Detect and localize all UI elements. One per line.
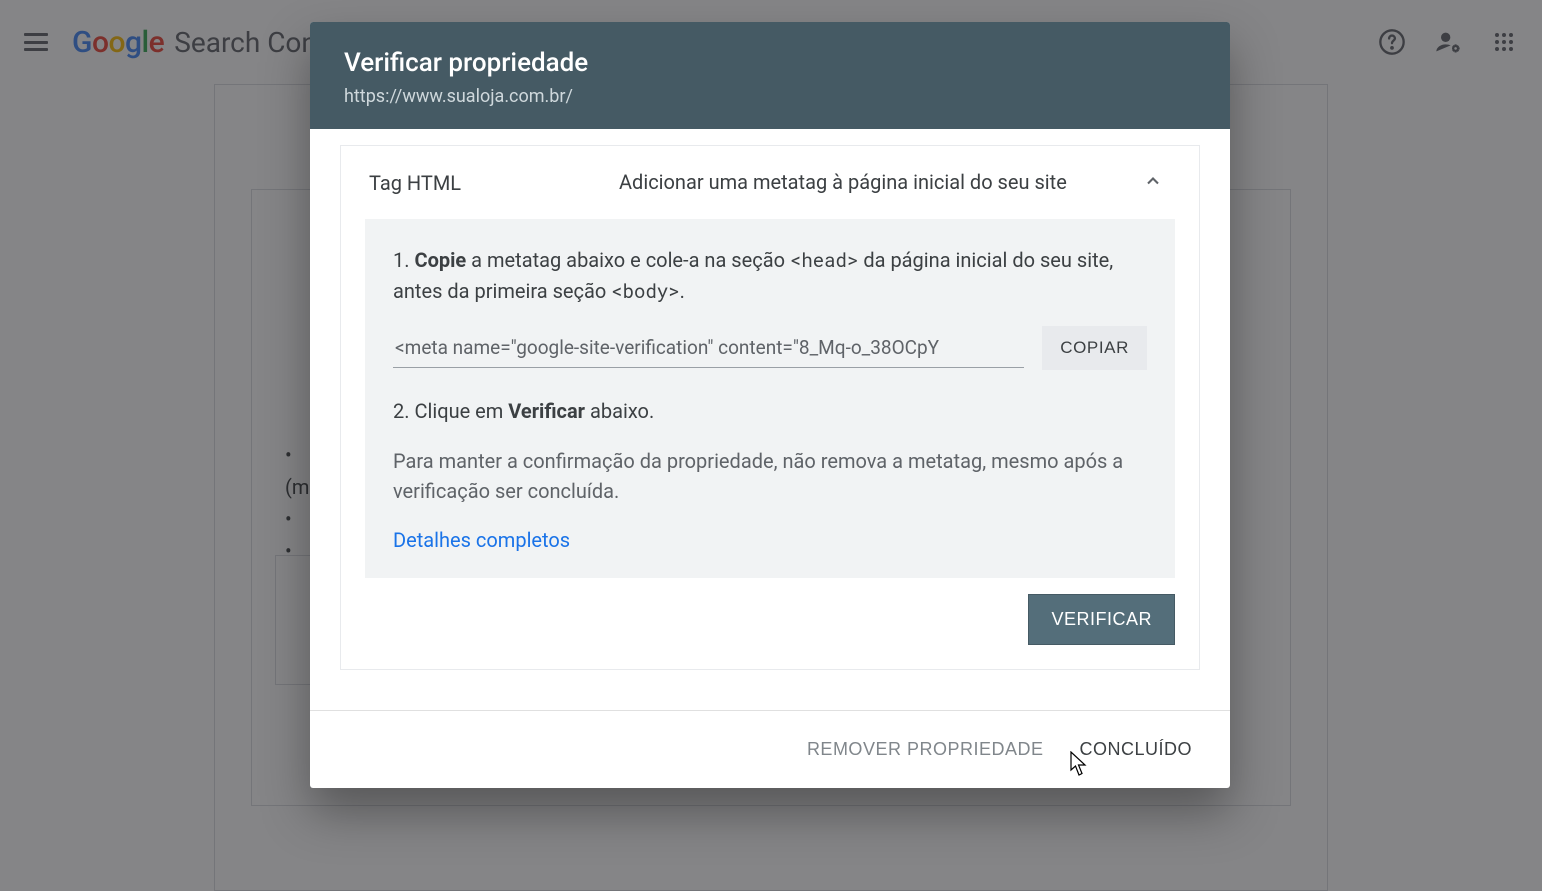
panel-header[interactable]: Tag HTML Adicionar uma metatag à página … — [341, 146, 1199, 219]
full-details-link[interactable]: Detalhes completos — [393, 528, 570, 552]
panel-description: Adicionar uma metatag à página inicial d… — [619, 168, 1115, 197]
done-button[interactable]: CONCLUÍDO — [1075, 733, 1196, 766]
step-2: 2. Clique em Verificar abaixo. — [393, 396, 1147, 426]
panel-content: 1. Copie a metatag abaixo e cole-a na se… — [365, 219, 1175, 578]
metatag-row: <meta name="google-site-verification" co… — [393, 326, 1147, 370]
dialog-subtitle: https://www.sualoja.com.br/ — [344, 86, 1196, 107]
dialog-header: Verificar propriedade https://www.sualoj… — [310, 22, 1230, 129]
verify-button[interactable]: VERIFICAR — [1028, 594, 1175, 645]
panel-title: Tag HTML — [369, 171, 599, 195]
copy-button[interactable]: COPIAR — [1042, 326, 1147, 370]
metatag-field[interactable]: <meta name="google-site-verification" co… — [393, 328, 1024, 368]
remove-property-button[interactable]: REMOVER PROPRIEDADE — [803, 733, 1048, 766]
html-tag-panel: Tag HTML Adicionar uma metatag à página … — [340, 145, 1200, 670]
chevron-up-icon[interactable] — [1135, 171, 1171, 195]
dialog-footer: REMOVER PROPRIEDADE CONCLUÍDO — [310, 710, 1230, 788]
dialog-title: Verificar propriedade — [344, 48, 1196, 78]
step-1: 1. Copie a metatag abaixo e cole-a na se… — [393, 245, 1147, 306]
dialog-body[interactable]: Tag HTML Adicionar uma metatag à página … — [310, 129, 1230, 710]
verify-property-dialog: Verificar propriedade https://www.sualoj… — [310, 22, 1230, 788]
keep-tag-note: Para manter a confirmação da propriedade… — [393, 446, 1147, 506]
